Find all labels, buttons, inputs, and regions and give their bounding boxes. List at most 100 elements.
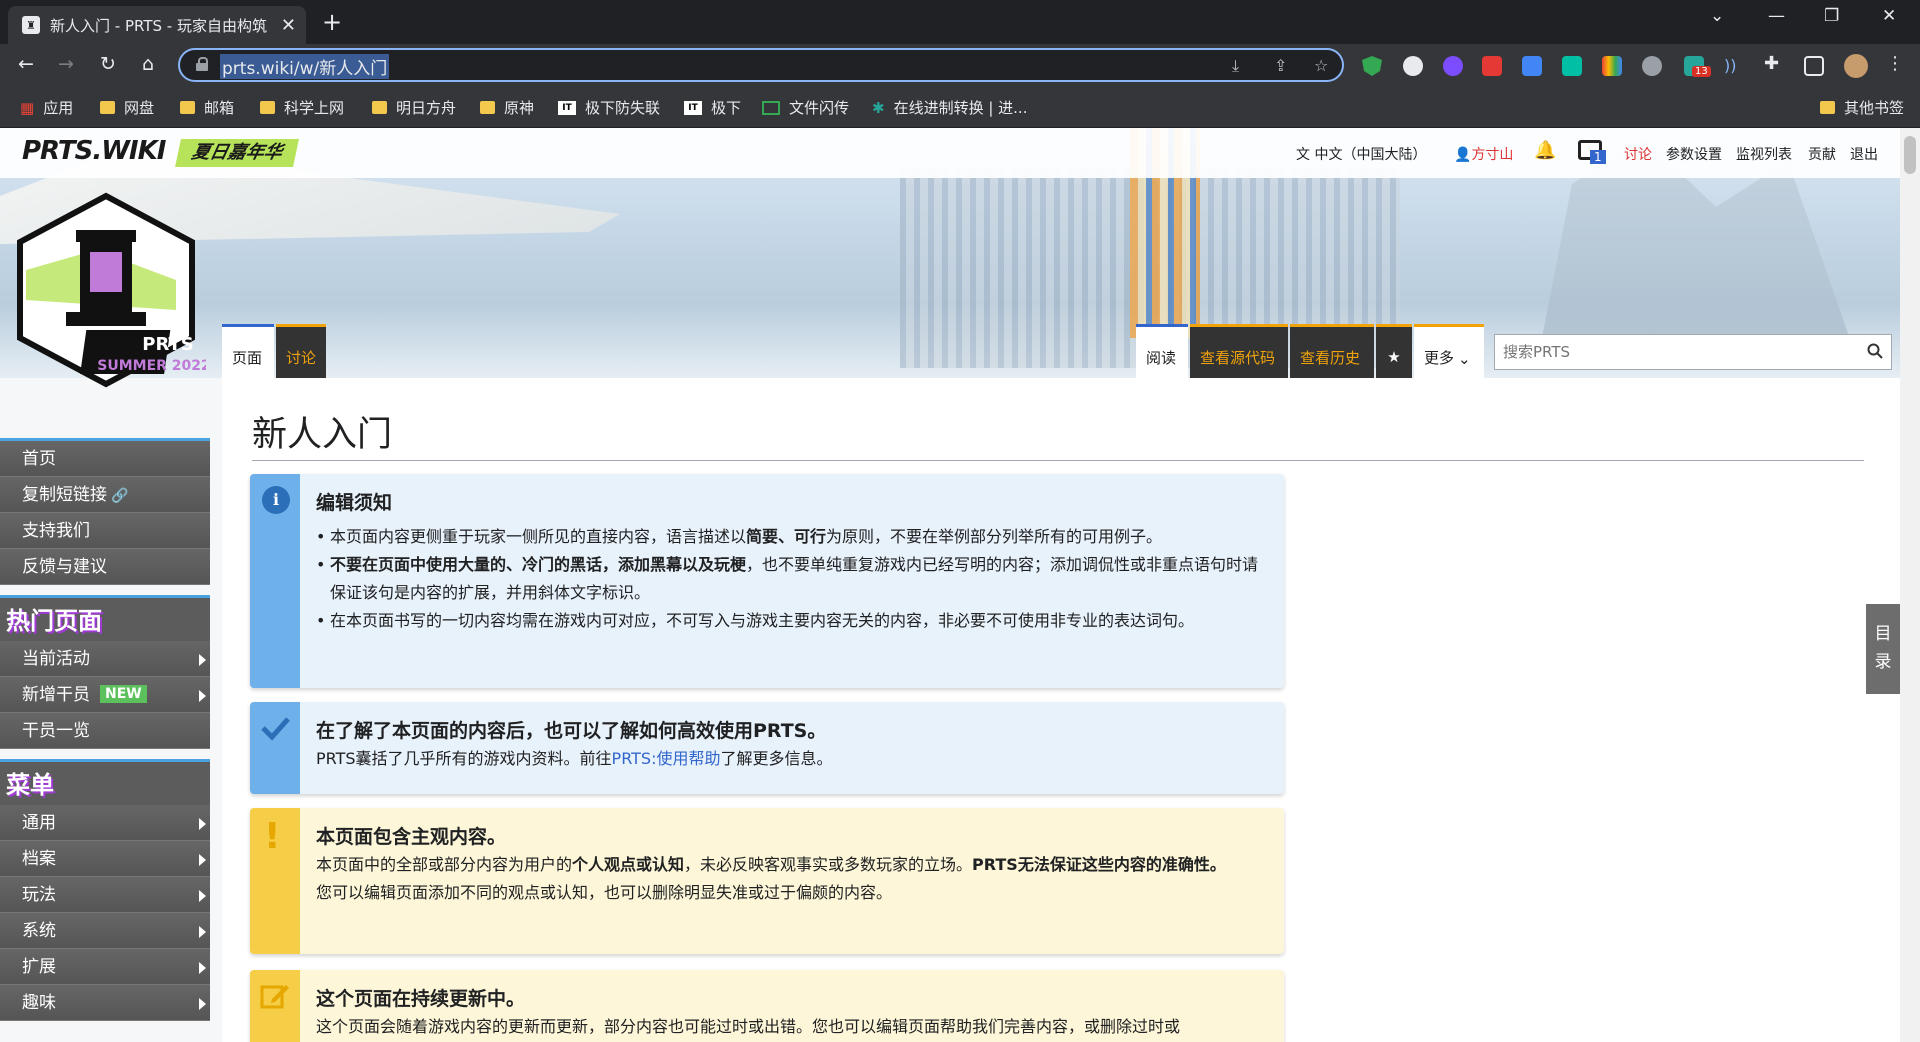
install-app-icon[interactable]: ⤓	[1232, 56, 1239, 76]
tab-more[interactable]: 更多 ⌄	[1414, 324, 1484, 378]
sidebar-item-fun[interactable]: 趣味	[0, 985, 210, 1021]
toc-toggle-button[interactable]: 目录	[1866, 604, 1900, 694]
bookmark-site[interactable]: IT 极下	[684, 97, 741, 118]
lock-icon[interactable]	[196, 57, 208, 71]
bookmark-folder[interactable]: 网盘	[100, 97, 154, 118]
bookmark-site[interactable]: ✱ 在线进制转换 | 进...	[872, 97, 1027, 118]
close-tab-icon[interactable]: ✕	[281, 15, 296, 36]
moon-extension-icon[interactable]	[1443, 56, 1463, 76]
bookmark-site[interactable]: 文件闪传	[762, 97, 849, 118]
logout-link[interactable]: 退出	[1850, 144, 1878, 164]
url-text[interactable]: prts.wiki/w/新人入门	[220, 54, 390, 79]
sidebar-item-new-operators[interactable]: 新增干员 NEW	[0, 677, 210, 713]
bookmark-label: 在线进制转换 | 进...	[893, 99, 1028, 117]
tab-search-icon[interactable]: ⌄	[1710, 6, 1724, 26]
tab-read[interactable]: 阅读	[1136, 324, 1188, 378]
tab-talk[interactable]: 讨论	[276, 324, 326, 378]
gear-site-icon: ✱	[872, 98, 885, 117]
wifi-extension-icon[interactable]: ))	[1724, 56, 1744, 76]
scrollbar-thumb[interactable]	[1904, 136, 1916, 174]
sidebar-item-label: 通用	[22, 813, 56, 833]
folder-icon	[372, 101, 387, 114]
red-extension-icon[interactable]	[1482, 56, 1502, 76]
tab-page[interactable]: 页面	[222, 324, 274, 378]
browser-tab[interactable]: ♜ 新人入门 - PRTS - 玩家自由构筑 ✕	[8, 6, 306, 44]
user-link[interactable]: 👤方寸山	[1454, 144, 1513, 164]
watchlist-link[interactable]: 监视列表	[1736, 144, 1792, 164]
page-title: 新人入门	[252, 415, 393, 455]
preferences-link[interactable]: 参数设置	[1666, 144, 1722, 164]
bookmark-apps[interactable]: ▦ 应用	[20, 97, 73, 118]
grid-extension-icon[interactable]: 13	[1684, 56, 1711, 77]
side-panel-icon[interactable]	[1804, 56, 1824, 76]
minimize-icon[interactable]: —	[1768, 6, 1785, 26]
bookmark-label: 其他书签	[1844, 99, 1905, 117]
translate-extension-icon[interactable]	[1522, 56, 1542, 76]
shield-extension-icon[interactable]	[1362, 56, 1382, 76]
tab-view-source[interactable]: 查看源代码	[1190, 324, 1288, 378]
sidebar-item-operator-list[interactable]: 干员一览	[0, 713, 210, 749]
owl-extension-icon[interactable]	[1403, 56, 1423, 76]
sidebar-item-system[interactable]: 系统	[0, 913, 210, 949]
address-bar[interactable]: prts.wiki/w/新人入门 ⤓ ⇪ ☆	[178, 48, 1344, 82]
browser-menu-icon[interactable]: ⋮	[1886, 53, 1906, 74]
language-selector[interactable]: 文 中文（中国大陆）	[1296, 144, 1426, 164]
prts-summer-logo[interactable]: PRTS SUMMER 2022	[6, 190, 206, 390]
back-icon[interactable]: ←	[14, 53, 38, 75]
sidebar-item-extension[interactable]: 扩展	[0, 949, 210, 985]
bookmark-label: 极下防失联	[585, 99, 661, 117]
bookmark-star-icon[interactable]: ☆	[1314, 56, 1328, 75]
sidebar-item-label: 扩展	[22, 957, 56, 977]
bookmark-folder[interactable]: 原神	[480, 97, 534, 118]
puzzle-extensions-icon[interactable]: ✚	[1764, 53, 1784, 74]
mask-extension-icon[interactable]	[1642, 56, 1662, 76]
other-bookmarks[interactable]: 其他书签	[1820, 97, 1904, 118]
bookmark-folder[interactable]: 科学上网	[260, 97, 344, 118]
bell-icon[interactable]: 🔔	[1534, 140, 1556, 161]
event-badge[interactable]: 夏日嘉年华	[175, 139, 299, 167]
restore-icon[interactable]: ❐	[1824, 6, 1839, 26]
n-extension-icon[interactable]	[1562, 56, 1582, 76]
watch-star-icon[interactable]: ★	[1376, 324, 1412, 378]
site-icon: IT	[684, 100, 702, 115]
bookmark-label: 科学上网	[284, 99, 345, 117]
search-input[interactable]	[1495, 335, 1855, 369]
site-name[interactable]: PRTS.WIKI	[22, 136, 166, 166]
new-tab-button[interactable]: +	[322, 8, 342, 36]
notice-text: 本页面中的全部或部分内容为用户的个人观点或认知，未必反映客观事实或多数玩家的立场…	[316, 855, 1226, 874]
usage-help-link[interactable]: PRTS:使用帮助	[612, 749, 721, 768]
forward-icon[interactable]: →	[54, 53, 78, 75]
sidebar-item-feedback[interactable]: 反馈与建议	[0, 549, 210, 585]
window-close-icon[interactable]: ✕	[1882, 6, 1896, 26]
home-icon[interactable]: ⌂	[136, 53, 160, 75]
notice-edit-guidelines: i 编辑须知 本页面内容更侧重于玩家一侧所见的直接内容，语言描述以简要、可行为原…	[250, 474, 1284, 688]
reload-icon[interactable]: ↻	[96, 53, 120, 75]
talk-link[interactable]: 讨论	[1624, 144, 1652, 164]
contributions-link[interactable]: 贡献	[1808, 144, 1836, 164]
bookmark-folder[interactable]: 邮箱	[180, 97, 234, 118]
bookmark-site[interactable]: IT 极下防失联	[558, 97, 660, 118]
tab-history[interactable]: 查看历史	[1290, 324, 1374, 378]
search-icon[interactable]	[1867, 343, 1883, 359]
site-favicon-icon: ♜	[22, 16, 40, 34]
sidebar-item-copy-shortlink[interactable]: 复制短链接 🔗	[0, 477, 210, 513]
sidebar-item-support[interactable]: 支持我们	[0, 513, 210, 549]
exclamation-icon: !	[264, 816, 281, 857]
color-extension-icon[interactable]	[1602, 56, 1622, 76]
page-scrollbar[interactable]	[1900, 128, 1920, 1042]
user-icon: 👤	[1454, 147, 1472, 163]
share-icon[interactable]: ⇪	[1274, 56, 1287, 75]
notices-button[interactable]: 1	[1578, 140, 1608, 168]
sidebar-item-current-event[interactable]: 当前活动	[0, 641, 210, 677]
sidebar-item-general[interactable]: 通用	[0, 805, 210, 841]
sidebar-item-archive[interactable]: 档案	[0, 841, 210, 877]
sidebar-item-gameplay[interactable]: 玩法	[0, 877, 210, 913]
profile-avatar[interactable]	[1844, 54, 1868, 78]
chevron-right-icon	[199, 926, 206, 938]
bookmark-folder[interactable]: 明日方舟	[372, 97, 456, 118]
folder-icon	[1820, 101, 1835, 114]
sidebar-item-home[interactable]: 首页	[0, 441, 210, 477]
sidebar-item-label: 支持我们	[22, 521, 90, 541]
bookmark-label: 应用	[43, 99, 74, 117]
extension-badge: 13	[1692, 66, 1711, 77]
